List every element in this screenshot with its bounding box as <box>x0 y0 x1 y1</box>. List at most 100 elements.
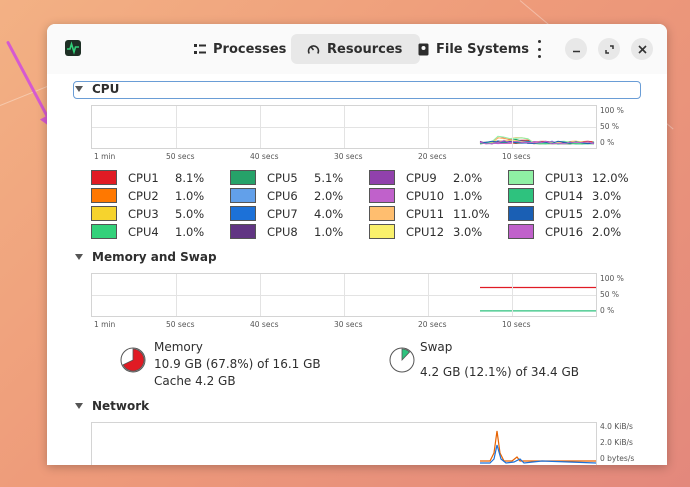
memory-usage-pie-icon <box>120 347 146 373</box>
disk-icon <box>418 43 429 56</box>
cpu-x-tick-label: 20 secs <box>418 152 447 161</box>
tab-processes[interactable]: Processes <box>185 34 286 64</box>
expand-triangle-icon <box>75 86 83 92</box>
cpu-color-swatch[interactable] <box>91 188 117 203</box>
network-history-lines <box>480 430 596 464</box>
tab-file-systems[interactable]: File Systems <box>411 34 533 64</box>
list-icon <box>194 43 206 55</box>
network-section-title: Network <box>92 399 150 413</box>
cpu-y-tick-label: 50 % <box>600 122 620 131</box>
gauge-icon <box>307 43 320 56</box>
cpu-color-swatch[interactable] <box>91 170 117 185</box>
cpu-color-swatch[interactable] <box>508 170 534 185</box>
cpu-x-tick-label: 10 secs <box>502 152 531 161</box>
network-y-tick-label: 2.0 KiB/s <box>600 438 633 447</box>
cpu-usage-value: 5.0% <box>175 207 205 221</box>
cpu-name: CPU14 <box>545 189 584 203</box>
cpu-usage-value: 2.0% <box>592 207 622 221</box>
cpu-y-tick-label: 0 % <box>600 138 615 147</box>
cpu-usage-value: 1.0% <box>175 225 205 239</box>
minimize-button[interactable] <box>565 38 587 60</box>
cpu-color-swatch[interactable] <box>369 206 395 221</box>
memory-y-tick-label: 0 % <box>600 306 615 315</box>
system-monitor-window: Processes Resources File Systems CPU CPU… <box>47 24 667 465</box>
swap-usage-pie-icon <box>389 347 415 373</box>
network-section-header[interactable]: Network <box>75 399 149 413</box>
maximize-icon <box>604 44 614 54</box>
cpu-color-swatch[interactable] <box>91 224 117 239</box>
cpu-x-tick-label: 50 secs <box>166 152 195 161</box>
cpu-color-swatch[interactable] <box>508 188 534 203</box>
maximize-button[interactable] <box>598 38 620 60</box>
cpu-name: CPU5 <box>267 171 298 185</box>
memory-swap-section-header[interactable]: Memory and Swap <box>75 250 217 264</box>
cpu-name: CPU15 <box>545 207 584 221</box>
cpu-color-swatch[interactable] <box>91 206 117 221</box>
tab-resources-label: Resources <box>327 41 403 57</box>
cpu-name: CPU16 <box>545 225 584 239</box>
cpu-x-tick-label: 30 secs <box>334 152 363 161</box>
memory-swap-section-title: Memory and Swap <box>92 250 217 264</box>
network-history-graph <box>91 422 597 465</box>
cpu-x-tick-label: 1 min <box>94 152 116 161</box>
memory-x-tick-label: 40 secs <box>250 320 279 329</box>
cpu-usage-value: 5.1% <box>314 171 344 185</box>
cpu-name: CPU6 <box>267 189 298 203</box>
network-y-tick-label: 4.0 KiB/s <box>600 422 633 431</box>
cpu-name: CPU13 <box>545 171 584 185</box>
cpu-color-swatch[interactable] <box>369 188 395 203</box>
cpu-name: CPU1 <box>128 171 159 185</box>
cpu-color-swatch[interactable] <box>508 224 534 239</box>
memory-y-tick-label: 100 % <box>600 274 624 283</box>
cpu-section-header[interactable]: CPU <box>75 82 119 96</box>
network-y-tick-label: 0 bytes/s <box>600 454 635 463</box>
close-icon <box>637 44 647 54</box>
cpu-color-swatch[interactable] <box>369 224 395 239</box>
cpu-color-swatch[interactable] <box>230 224 256 239</box>
cpu-color-swatch[interactable] <box>508 206 534 221</box>
header-bar: Processes Resources File Systems <box>47 24 667 74</box>
cpu-usage-value: 3.0% <box>453 225 483 239</box>
annotation-arrow <box>6 40 50 120</box>
main-menu-button[interactable] <box>534 40 544 58</box>
grid-line <box>92 127 596 128</box>
cpu-usage-value: 11.0% <box>453 207 490 221</box>
cpu-name: CPU12 <box>406 225 445 239</box>
tab-resources[interactable]: Resources <box>291 34 420 64</box>
cpu-color-swatch[interactable] <box>369 170 395 185</box>
cpu-usage-value: 12.0% <box>592 171 629 185</box>
cpu-name: CPU10 <box>406 189 445 203</box>
cpu-usage-value: 2.0% <box>592 225 622 239</box>
memory-x-tick-label: 50 secs <box>166 320 195 329</box>
swap-value: 4.2 GB (12.1%) of 34.4 GB <box>420 365 579 379</box>
memory-cache: Cache 4.2 GB <box>154 374 236 388</box>
cpu-name: CPU8 <box>267 225 298 239</box>
cpu-section-title: CPU <box>92 82 120 96</box>
memory-y-tick-label: 50 % <box>600 290 620 299</box>
swap-label: Swap <box>420 340 453 354</box>
memory-label: Memory <box>154 340 203 354</box>
cpu-usage-value: 3.0% <box>592 189 622 203</box>
cpu-color-swatch[interactable] <box>230 188 256 203</box>
memory-x-tick-label: 30 secs <box>334 320 363 329</box>
cpu-x-tick-label: 40 secs <box>250 152 279 161</box>
cpu-name: CPU7 <box>267 207 298 221</box>
app-icon <box>65 40 81 56</box>
cpu-color-swatch[interactable] <box>230 170 256 185</box>
memory-x-tick-label: 10 secs <box>502 320 531 329</box>
cpu-usage-value: 1.0% <box>314 225 344 239</box>
cpu-name: CPU4 <box>128 225 159 239</box>
cpu-y-tick-label: 100 % <box>600 106 624 115</box>
tab-file-systems-label: File Systems <box>436 41 530 57</box>
cpu-name: CPU9 <box>406 171 437 185</box>
close-button[interactable] <box>631 38 653 60</box>
grid-line <box>92 295 596 296</box>
expand-triangle-icon <box>75 403 83 409</box>
expand-triangle-icon <box>75 254 83 260</box>
cpu-usage-value: 1.0% <box>453 189 483 203</box>
cpu-name: CPU2 <box>128 189 159 203</box>
cpu-color-swatch[interactable] <box>230 206 256 221</box>
tab-processes-label: Processes <box>213 41 287 57</box>
minimize-icon <box>572 50 580 52</box>
cpu-usage-value: 4.0% <box>314 207 344 221</box>
